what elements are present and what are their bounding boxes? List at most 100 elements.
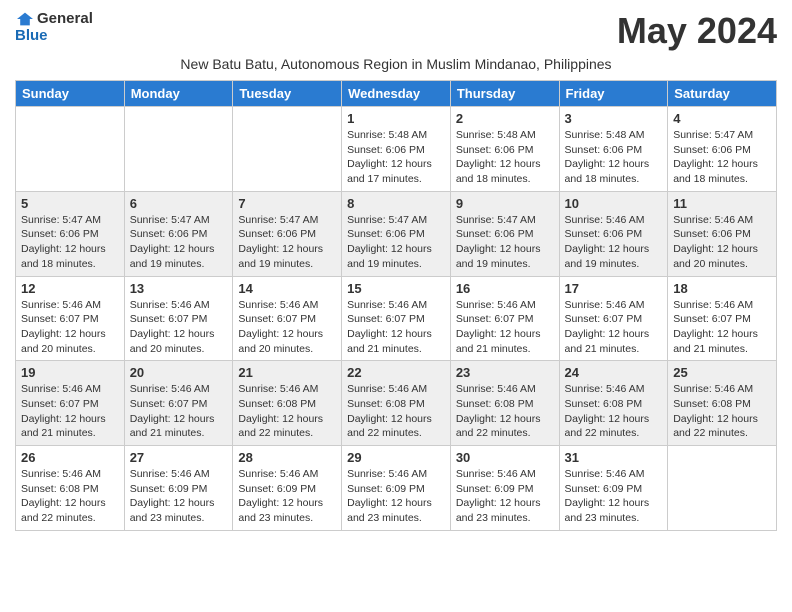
day-info: Sunrise: 5:46 AMSunset: 6:07 PMDaylight:…	[347, 298, 445, 357]
day-number: 25	[673, 365, 771, 380]
calendar-cell: 3 Sunrise: 5:48 AMSunset: 6:06 PMDaylight…	[559, 107, 668, 192]
day-info: Sunrise: 5:48 AMSunset: 6:06 PMDaylight:…	[456, 128, 554, 187]
calendar-table: Sunday Monday Tuesday Wednesday Thursday…	[15, 80, 777, 531]
day-info: Sunrise: 5:46 AMSunset: 6:06 PMDaylight:…	[673, 213, 771, 272]
col-wednesday: Wednesday	[342, 81, 451, 107]
day-info: Sunrise: 5:46 AMSunset: 6:09 PMDaylight:…	[565, 467, 663, 526]
day-info: Sunrise: 5:46 AMSunset: 6:07 PMDaylight:…	[565, 298, 663, 357]
calendar-cell: 29 Sunrise: 5:46 AMSunset: 6:09 PMDayligh…	[342, 446, 451, 531]
day-number: 21	[238, 365, 336, 380]
calendar-cell: 27 Sunrise: 5:46 AMSunset: 6:09 PMDayligh…	[124, 446, 233, 531]
logo-icon	[15, 11, 35, 27]
calendar-cell: 25Sunrise: 5:46 AMSunset: 6:08 PMDayligh…	[668, 361, 777, 446]
day-info: Sunrise: 5:46 AMSunset: 6:09 PMDaylight:…	[130, 467, 228, 526]
calendar-cell: 18 Sunrise: 5:46 AMSunset: 6:07 PMDayligh…	[668, 276, 777, 361]
day-number: 29	[347, 450, 445, 465]
day-info: Sunrise: 5:47 AMSunset: 6:06 PMDaylight:…	[238, 213, 336, 272]
col-thursday: Thursday	[450, 81, 559, 107]
day-info: Sunrise: 5:46 AMSunset: 6:06 PMDaylight:…	[565, 213, 663, 272]
calendar-cell: 10 Sunrise: 5:46 AMSunset: 6:06 PMDayligh…	[559, 191, 668, 276]
day-number: 15	[347, 281, 445, 296]
calendar-cell: 30 Sunrise: 5:46 AMSunset: 6:09 PMDayligh…	[450, 446, 559, 531]
calendar-cell: 4 Sunrise: 5:47 AMSunset: 6:06 PMDaylight…	[668, 107, 777, 192]
day-info: Sunrise: 5:46 AMSunset: 6:07 PMDaylight:…	[130, 382, 228, 441]
month-title: May 2024	[617, 10, 777, 52]
day-info: Sunrise: 5:46 AMSunset: 6:07 PMDaylight:…	[238, 298, 336, 357]
calendar-cell	[124, 107, 233, 192]
calendar-week-1: 1 Sunrise: 5:48 AMSunset: 6:06 PMDaylight…	[16, 107, 777, 192]
calendar-cell	[668, 446, 777, 531]
day-info: Sunrise: 5:46 AMSunset: 6:07 PMDaylight:…	[130, 298, 228, 357]
calendar-cell: 28 Sunrise: 5:46 AMSunset: 6:09 PMDayligh…	[233, 446, 342, 531]
col-friday: Friday	[559, 81, 668, 107]
day-number: 1	[347, 111, 445, 126]
day-number: 7	[238, 196, 336, 211]
day-number: 10	[565, 196, 663, 211]
day-number: 8	[347, 196, 445, 211]
calendar-week-2: 5 Sunrise: 5:47 AMSunset: 6:06 PMDaylight…	[16, 191, 777, 276]
day-info: Sunrise: 5:48 AMSunset: 6:06 PMDaylight:…	[347, 128, 445, 187]
day-info: Sunrise: 5:46 AMSunset: 6:07 PMDaylight:…	[21, 298, 119, 357]
calendar-cell: 5 Sunrise: 5:47 AMSunset: 6:06 PMDaylight…	[16, 191, 125, 276]
calendar-cell: 6Sunrise: 5:47 AMSunset: 6:06 PMDaylight…	[124, 191, 233, 276]
day-number: 24	[565, 365, 663, 380]
day-info: Sunrise: 5:46 AMSunset: 6:09 PMDaylight:…	[347, 467, 445, 526]
calendar-cell: 15 Sunrise: 5:46 AMSunset: 6:07 PMDayligh…	[342, 276, 451, 361]
calendar-week-4: 19 Sunrise: 5:46 AMSunset: 6:07 PMDayligh…	[16, 361, 777, 446]
day-number: 20	[130, 365, 228, 380]
day-number: 17	[565, 281, 663, 296]
day-info: Sunrise: 5:46 AMSunset: 6:07 PMDaylight:…	[673, 298, 771, 357]
page: General Blue May 2024 New Batu Batu, Aut…	[0, 0, 792, 546]
calendar-cell: 16Sunrise: 5:46 AMSunset: 6:07 PMDayligh…	[450, 276, 559, 361]
calendar-cell: 22 Sunrise: 5:46 AMSunset: 6:08 PMDayligh…	[342, 361, 451, 446]
calendar-cell: 19 Sunrise: 5:46 AMSunset: 6:07 PMDayligh…	[16, 361, 125, 446]
calendar-cell: 21 Sunrise: 5:46 AMSunset: 6:08 PMDayligh…	[233, 361, 342, 446]
day-number: 2	[456, 111, 554, 126]
day-info: Sunrise: 5:46 AMSunset: 6:08 PMDaylight:…	[238, 382, 336, 441]
calendar-cell: 11 Sunrise: 5:46 AMSunset: 6:06 PMDayligh…	[668, 191, 777, 276]
day-info: Sunrise: 5:46 AMSunset: 6:08 PMDaylight:…	[565, 382, 663, 441]
calendar-cell: 31Sunrise: 5:46 AMSunset: 6:09 PMDayligh…	[559, 446, 668, 531]
day-number: 28	[238, 450, 336, 465]
day-number: 4	[673, 111, 771, 126]
calendar-cell: 8 Sunrise: 5:47 AMSunset: 6:06 PMDaylight…	[342, 191, 451, 276]
logo-blue-text: Blue	[15, 27, 48, 44]
calendar-cell: 20 Sunrise: 5:46 AMSunset: 6:07 PMDayligh…	[124, 361, 233, 446]
day-number: 11	[673, 196, 771, 211]
calendar-cell: 7 Sunrise: 5:47 AMSunset: 6:06 PMDaylight…	[233, 191, 342, 276]
calendar-cell: 2 Sunrise: 5:48 AMSunset: 6:06 PMDaylight…	[450, 107, 559, 192]
day-number: 30	[456, 450, 554, 465]
day-info: Sunrise: 5:47 AMSunset: 6:06 PMDaylight:…	[456, 213, 554, 272]
day-number: 16	[456, 281, 554, 296]
day-info: Sunrise: 5:47 AMSunset: 6:06 PMDaylight:…	[21, 213, 119, 272]
day-number: 18	[673, 281, 771, 296]
calendar-cell: 17 Sunrise: 5:46 AMSunset: 6:07 PMDayligh…	[559, 276, 668, 361]
day-info: Sunrise: 5:46 AMSunset: 6:07 PMDaylight:…	[21, 382, 119, 441]
day-number: 6	[130, 196, 228, 211]
day-number: 22	[347, 365, 445, 380]
day-info: Sunrise: 5:46 AMSunset: 6:08 PMDaylight:…	[21, 467, 119, 526]
day-info: Sunrise: 5:46 AMSunset: 6:08 PMDaylight:…	[347, 382, 445, 441]
day-info: Sunrise: 5:46 AMSunset: 6:09 PMDaylight:…	[238, 467, 336, 526]
calendar-cell: 13 Sunrise: 5:46 AMSunset: 6:07 PMDayligh…	[124, 276, 233, 361]
day-number: 26	[21, 450, 119, 465]
calendar-week-3: 12Sunrise: 5:46 AMSunset: 6:07 PMDayligh…	[16, 276, 777, 361]
day-number: 3	[565, 111, 663, 126]
col-tuesday: Tuesday	[233, 81, 342, 107]
subtitle: New Batu Batu, Autonomous Region in Musl…	[15, 56, 777, 72]
logo: General Blue	[15, 10, 93, 44]
header-row: Sunday Monday Tuesday Wednesday Thursday…	[16, 81, 777, 107]
day-number: 5	[21, 196, 119, 211]
day-number: 13	[130, 281, 228, 296]
col-sunday: Sunday	[16, 81, 125, 107]
calendar-cell: 14Sunrise: 5:46 AMSunset: 6:07 PMDayligh…	[233, 276, 342, 361]
day-number: 27	[130, 450, 228, 465]
day-number: 19	[21, 365, 119, 380]
day-info: Sunrise: 5:47 AMSunset: 6:06 PMDaylight:…	[673, 128, 771, 187]
calendar-cell: 12Sunrise: 5:46 AMSunset: 6:07 PMDayligh…	[16, 276, 125, 361]
day-info: Sunrise: 5:48 AMSunset: 6:06 PMDaylight:…	[565, 128, 663, 187]
day-info: Sunrise: 5:46 AMSunset: 6:09 PMDaylight:…	[456, 467, 554, 526]
day-number: 23	[456, 365, 554, 380]
calendar-cell	[233, 107, 342, 192]
day-info: Sunrise: 5:47 AMSunset: 6:06 PMDaylight:…	[347, 213, 445, 272]
